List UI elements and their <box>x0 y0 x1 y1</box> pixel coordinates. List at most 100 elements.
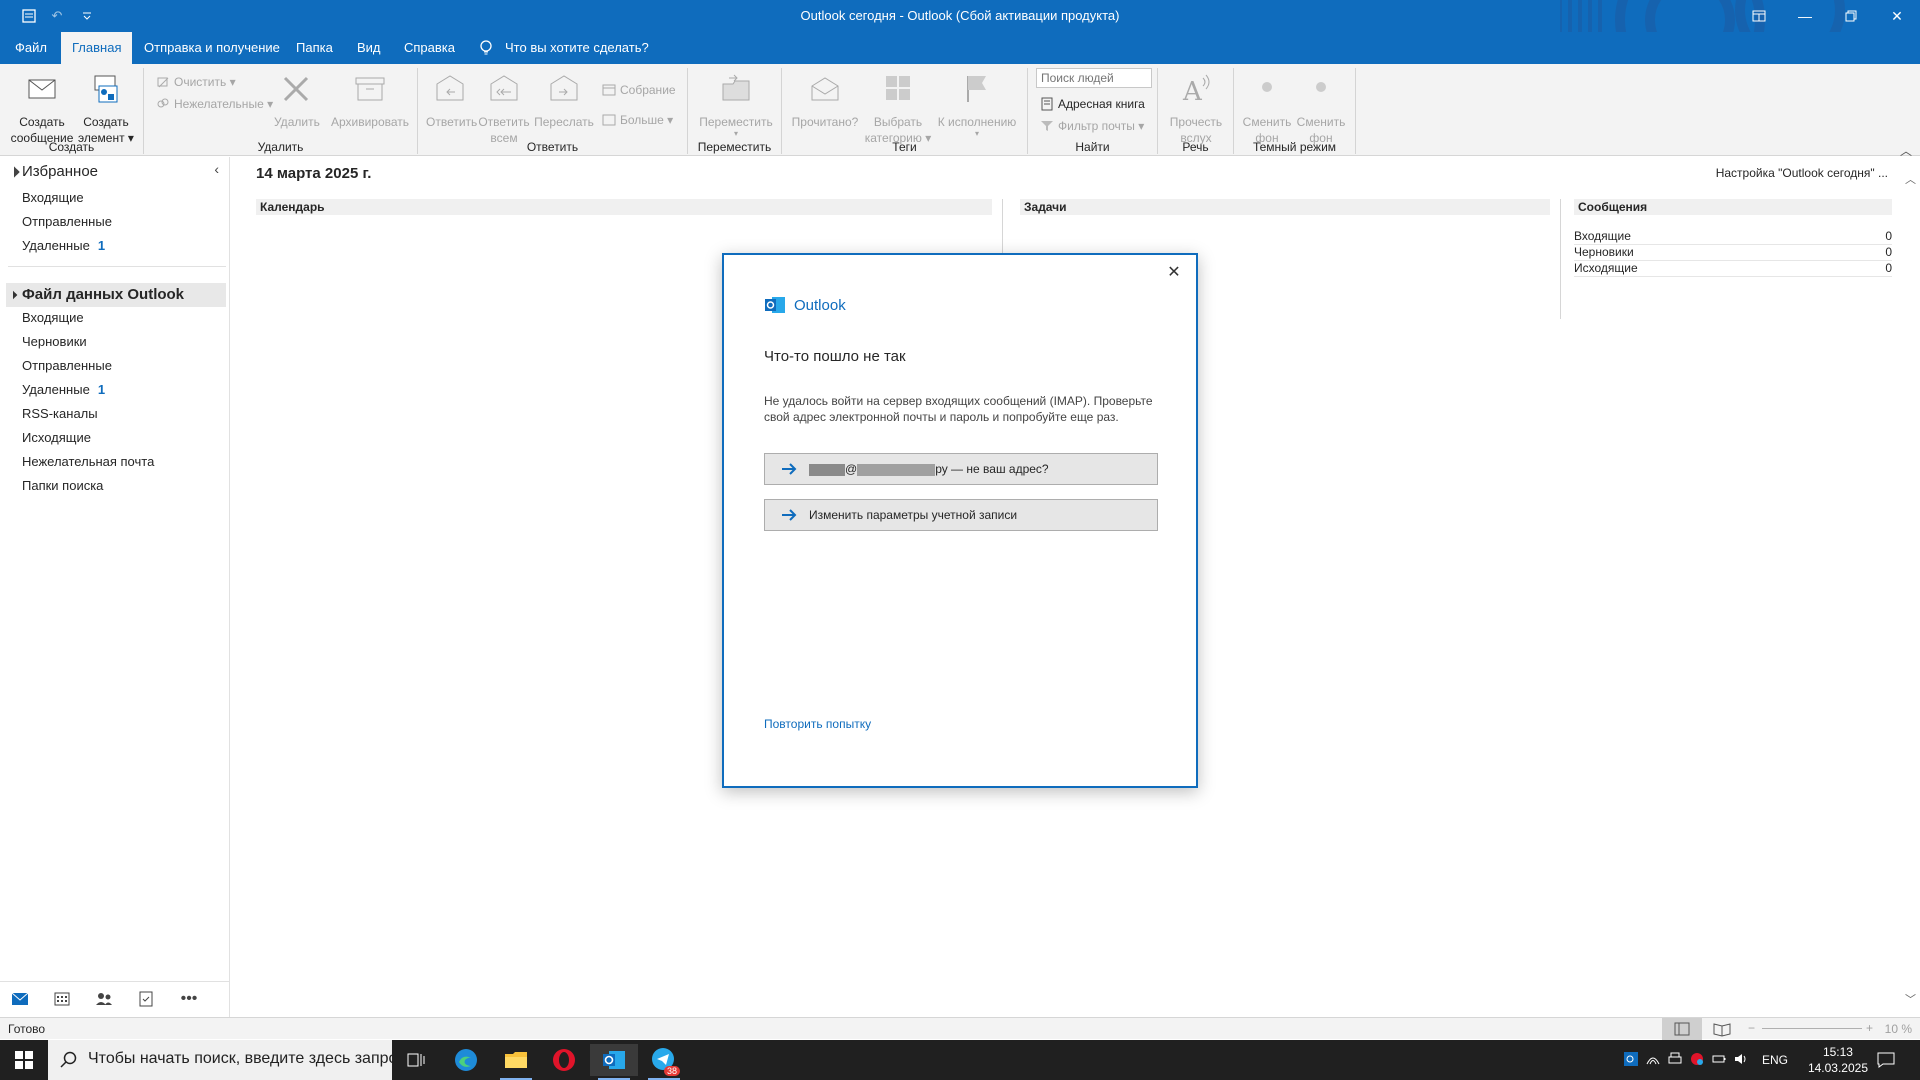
delete-button[interactable]: Удалить <box>274 72 320 130</box>
people-search-input[interactable] <box>1036 68 1152 88</box>
folder-search[interactable]: Папки поиска <box>22 478 103 493</box>
zoom-level[interactable]: 10 % <box>1885 1022 1912 1036</box>
group-speech-label: Речь <box>1182 140 1209 154</box>
folder-pane: ‹ Избранное Входящие Отправленные Удален… <box>0 157 230 1017</box>
fav-deleted[interactable]: Удаленные 1 <box>22 238 105 253</box>
more-respond-button[interactable]: Больше ▾ <box>600 110 673 130</box>
new-item-button[interactable]: Создать элемент ▾ <box>76 72 136 146</box>
forward-button[interactable]: Переслать <box>534 72 594 130</box>
module-switcher: ••• <box>0 981 229 1017</box>
tab-home[interactable]: Главная <box>61 32 133 64</box>
tab-file[interactable]: Файл <box>4 32 58 64</box>
messages-row-drafts[interactable]: Черновики 0 <box>1574 245 1892 261</box>
tasks-icon[interactable] <box>136 990 158 1010</box>
scroll-up-icon[interactable]: ︿ <box>1905 171 1916 187</box>
meeting-button[interactable]: Собрание <box>600 80 676 100</box>
customize-outlook-today-link[interactable]: Настройка "Outlook сегодня" ... <box>1716 166 1888 180</box>
change-account-settings-button[interactable]: Изменить параметры учетной записи <box>764 499 1158 531</box>
tell-me-box[interactable]: Что вы хотите сделать? <box>477 32 649 64</box>
svg-text:A: A <box>1182 77 1203 106</box>
retry-link[interactable]: Повторить попытку <box>764 717 871 731</box>
reply-all-button[interactable]: Ответить всем <box>478 72 530 146</box>
windows-start-icon[interactable] <box>0 1044 48 1076</box>
minimize-icon[interactable]: — <box>1782 0 1828 32</box>
dialog-close-button[interactable]: ✕ <box>1162 261 1186 285</box>
categorize-button[interactable]: Выбрать категорию ▾ <box>862 72 934 146</box>
more-apps-icon[interactable]: ••• <box>178 990 200 1010</box>
messages-row-outbox[interactable]: Исходящие 0 <box>1574 261 1892 277</box>
column-divider <box>1560 199 1561 319</box>
reply-button[interactable]: Ответить <box>426 72 477 130</box>
calendar-icon[interactable] <box>52 990 74 1010</box>
flag-icon <box>967 76 986 102</box>
opera-tray-icon[interactable] <box>1686 1052 1708 1069</box>
scroll-down-icon[interactable]: ﹀ <box>1905 991 1916 1007</box>
outlook-tray-icon[interactable] <box>1620 1051 1642 1069</box>
favorites-header[interactable]: Избранное <box>8 163 98 180</box>
people-icon[interactable] <box>94 990 116 1010</box>
junk-button[interactable]: Нежелательные ▾ <box>154 94 273 114</box>
mail-icon[interactable] <box>10 990 32 1010</box>
notifications-icon[interactable] <box>1864 1044 1908 1076</box>
address-book-icon <box>1041 97 1053 111</box>
folder-rss[interactable]: RSS-каналы <box>22 406 98 421</box>
reply-icon <box>436 75 464 101</box>
junk-icon <box>157 98 169 108</box>
task-view-icon[interactable] <box>392 1044 440 1076</box>
filter-email-button[interactable]: Фильтр почты ▾ <box>1038 116 1144 136</box>
switch-background-button-2[interactable]: Сменить фон <box>1294 72 1348 146</box>
telegram-icon[interactable]: 38 <box>640 1044 688 1080</box>
archive-button[interactable]: Архивировать <box>328 72 412 130</box>
messages-row-inbox[interactable]: Входящие 0 <box>1574 229 1892 245</box>
reading-view-button[interactable] <box>1702 1018 1742 1040</box>
switch-background-button-1[interactable]: Сменить фон <box>1240 72 1294 146</box>
zoom-slider[interactable] <box>1762 1028 1862 1029</box>
folder-outbox[interactable]: Исходящие <box>22 430 91 445</box>
file-explorer-icon[interactable] <box>492 1044 540 1080</box>
edge-browser-icon[interactable] <box>442 1044 490 1076</box>
move-button[interactable]: Переместить ▾ <box>696 72 776 138</box>
language-indicator[interactable]: ENG <box>1762 1053 1788 1067</box>
today-date: 14 марта 2025 г. <box>256 165 372 182</box>
folder-junk[interactable]: Нежелательная почта <box>22 454 154 469</box>
zoom-in-icon[interactable]: + <box>1866 1021 1873 1035</box>
read-unread-button[interactable]: Прочитано? <box>790 72 860 130</box>
read-aloud-button[interactable]: A Прочесть вслух <box>1164 72 1228 146</box>
tab-folder[interactable]: Папка <box>285 32 344 64</box>
taskbar-search-box[interactable]: Чтобы начать поиск, введите здесь запрос <box>48 1040 392 1080</box>
battery-icon[interactable] <box>1708 1052 1730 1069</box>
group-speech: A Прочесть вслух Речь <box>1158 68 1234 154</box>
outlook-taskbar-icon[interactable] <box>590 1044 638 1080</box>
new-message-button[interactable]: Создать сообщение <box>8 72 76 146</box>
tab-send-receive[interactable]: Отправка и получение <box>133 32 291 64</box>
clean-up-button[interactable]: Очистить ▾ <box>154 72 236 92</box>
normal-view-button[interactable] <box>1662 1018 1702 1040</box>
tab-help[interactable]: Справка <box>393 32 466 64</box>
follow-up-button[interactable]: К исполнению ▾ <box>934 72 1020 138</box>
volume-icon[interactable] <box>1730 1052 1752 1069</box>
tell-me-text: Что вы хотите сделать? <box>505 40 649 55</box>
restore-icon[interactable] <box>1828 0 1874 32</box>
zoom-out-icon[interactable]: − <box>1748 1021 1755 1035</box>
sun-icon <box>1316 82 1326 92</box>
not-your-address-button[interactable]: @ ру — не ваш адрес? <box>764 453 1158 485</box>
taskbar: Чтобы начать поиск, введите здесь запрос… <box>0 1040 1920 1080</box>
sun-icon <box>1262 82 1272 92</box>
folder-inbox[interactable]: Входящие <box>22 310 84 325</box>
collapse-pane-icon[interactable]: ‹ <box>214 161 219 177</box>
address-book-button[interactable]: Адресная книга <box>1038 94 1145 114</box>
close-window-icon[interactable]: ✕ <box>1874 0 1920 32</box>
network-icon[interactable] <box>1642 1052 1664 1069</box>
folder-sent[interactable]: Отправленные <box>22 358 112 373</box>
tab-view[interactable]: Вид <box>346 32 392 64</box>
fav-inbox[interactable]: Входящие <box>22 190 84 205</box>
opera-browser-icon[interactable] <box>540 1044 588 1076</box>
clock[interactable]: 15:13 14.03.2025 <box>1808 1044 1868 1076</box>
folder-deleted[interactable]: Удаленные 1 <box>22 382 105 397</box>
printer-icon[interactable] <box>1664 1052 1686 1069</box>
search-placeholder: Чтобы начать поиск, введите здесь запрос <box>88 1050 392 1067</box>
datafile-header[interactable]: Файл данных Outlook <box>6 283 226 307</box>
ribbon-display-options-icon[interactable] <box>1736 0 1782 32</box>
fav-sent[interactable]: Отправленные <box>22 214 112 229</box>
folder-drafts[interactable]: Черновики <box>22 334 87 349</box>
